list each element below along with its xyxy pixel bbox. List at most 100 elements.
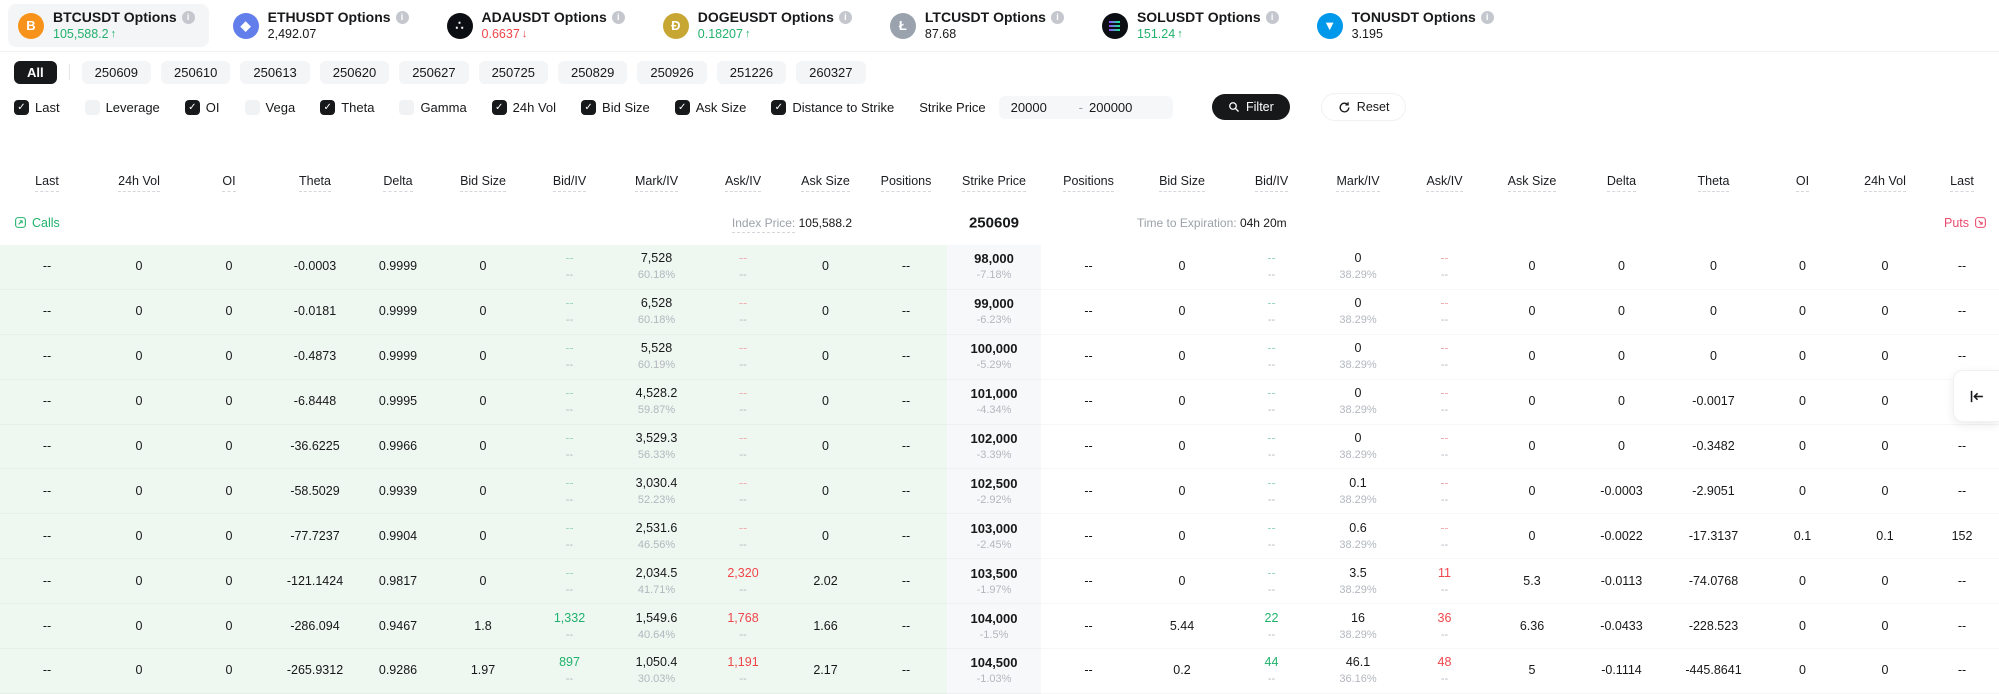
puts-last-cell: 152 (1925, 514, 1999, 559)
tab-250627[interactable]: 250627 (399, 61, 468, 84)
header-24h-vol-puts: 24h Vol (1845, 122, 1925, 200)
expiry-tabs-row: All 250609 250610 250613 250620 250627 250725 2… (0, 52, 1999, 92)
tab-250620[interactable]: 250620 (320, 61, 389, 84)
info-icon[interactable]: i (1481, 11, 1494, 24)
header-ask-iv-calls: Ask/IV (700, 122, 786, 200)
puts-theta-cell: -228.523 (1667, 604, 1760, 649)
ticker-btcusdt[interactable]: BBTCUSDT Options i105,588.2↑ (8, 4, 209, 47)
checkbox-gamma[interactable]: Gamma (399, 100, 466, 115)
checkbox-theta[interactable]: ✓Theta (320, 100, 374, 115)
ticker-adausdt[interactable]: ∴ADAUSDT Options i0.6637↓ (437, 4, 639, 47)
puts-oi-cell: 0 (1760, 425, 1845, 470)
calls-ask-cell: 2,320-- (700, 559, 786, 604)
calls-ask-cell: 1,768-- (700, 604, 786, 649)
filter-button[interactable]: Filter (1212, 94, 1290, 120)
info-icon[interactable]: i (396, 11, 409, 24)
strike-cell: 104,000-1.5% (947, 604, 1041, 649)
info-icon[interactable]: i (839, 11, 852, 24)
header-mark-iv-puts: Mark/IV (1315, 122, 1401, 200)
calls-theta-cell: -58.5029 (274, 469, 356, 514)
ticker-symbol: DOGEUSDT Options i (698, 9, 852, 25)
ticker-solusdt[interactable]: SOLUSDT Options i151.24↑ (1092, 4, 1293, 47)
puts-mark-cell: 038.29% (1315, 290, 1401, 335)
option-row-102500[interactable]: --00-58.50290.99390----3,030.452.23%----… (0, 469, 1999, 514)
tab-250609[interactable]: 250609 (82, 61, 151, 84)
ticker-bar: BBTCUSDT Options i105,588.2↑ ◆ETHUSDT Opt… (0, 0, 1999, 52)
tab-251226[interactable]: 251226 (717, 61, 786, 84)
checkbox-distance-to-strike[interactable]: ✓Distance to Strike (771, 100, 894, 115)
option-row-103000[interactable]: --00-77.72370.99040----2,531.646.56%----… (0, 514, 1999, 559)
calls-delta-cell: 0.9904 (356, 514, 440, 559)
reset-icon (1338, 101, 1351, 114)
calls-ask_size-cell: 0 (786, 380, 865, 425)
table-subheader: Calls Index Price: 105,588.2 250609 Time… (0, 200, 1999, 245)
checkbox-oi[interactable]: ✓OI (185, 100, 220, 115)
tab-250829[interactable]: 250829 (558, 61, 627, 84)
checkbox-last[interactable]: ✓Last (14, 100, 60, 115)
calls-positions-cell: -- (865, 245, 947, 290)
adausdt-icon: ∴ (447, 13, 473, 39)
calls-ask-cell: ---- (700, 425, 786, 470)
info-icon[interactable]: i (1266, 11, 1279, 24)
calls-bid-cell: 897-- (526, 649, 613, 694)
header-theta-puts: Theta (1667, 122, 1760, 200)
header-bid-iv-puts: Bid/IV (1228, 122, 1315, 200)
tab-divider (69, 64, 70, 80)
info-icon[interactable]: i (182, 11, 195, 24)
checkbox-vega[interactable]: Vega (245, 100, 296, 115)
option-row-101000[interactable]: --00-6.84480.99950----4,528.259.87%----0… (0, 380, 1999, 425)
calls-last-cell: -- (0, 514, 94, 559)
option-row-100000[interactable]: --00-0.48730.99990----5,52860.19%----0--… (0, 335, 1999, 380)
info-icon[interactable]: i (1051, 11, 1064, 24)
option-rows: --00-0.00030.99990----7,52860.18%----0--… (0, 245, 1999, 694)
calls-bid_size-cell: 0 (440, 335, 526, 380)
puts-ask_size-cell: 6.36 (1488, 604, 1576, 649)
ticker-tonusdt[interactable]: ▼TONUSDT Options i3.195 (1307, 4, 1508, 47)
option-row-98000[interactable]: --00-0.00030.99990----7,52860.18%----0--… (0, 245, 1999, 290)
ticker-ethusdt[interactable]: ◆ETHUSDT Options i2,492.07 (223, 4, 423, 47)
calls-bid_size-cell: 0 (440, 380, 526, 425)
ticker-ltcusdt[interactable]: ŁLTCUSDT Options i87.68 (880, 4, 1078, 47)
puts-last-cell: -- (1925, 245, 1999, 290)
option-row-104500[interactable]: --00-265.93120.92861.97897--1,050.430.03… (0, 649, 1999, 694)
strike-max-input[interactable] (1089, 100, 1161, 115)
puts-ask_size-cell: 0 (1488, 380, 1576, 425)
option-row-103500[interactable]: --00-121.14240.98170----2,034.541.71%2,3… (0, 559, 1999, 604)
collapse-panel-button[interactable] (1953, 370, 1999, 422)
checkbox-bid-size[interactable]: ✓Bid Size (581, 100, 650, 115)
puts-delta-cell: -0.0433 (1576, 604, 1667, 649)
checkbox-leverage[interactable]: Leverage (85, 100, 160, 115)
strike-min-input[interactable] (1011, 100, 1073, 115)
puts-ask_size-cell: 0 (1488, 425, 1576, 470)
tab-250725[interactable]: 250725 (479, 61, 548, 84)
tab-260327[interactable]: 260327 (796, 61, 865, 84)
filter-row: ✓Last Leverage ✓OI Vega ✓Theta Gamma ✓24h Vol ✓… (0, 92, 1999, 122)
tab-250926[interactable]: 250926 (637, 61, 706, 84)
calls-vol-cell: 0 (94, 559, 184, 604)
puts-vol-cell: 0 (1845, 649, 1925, 694)
puts-positions-cell: -- (1041, 335, 1136, 380)
puts-ask-cell: 36-- (1401, 604, 1488, 649)
option-row-104000[interactable]: --00-286.0940.94671.81,332--1,549.640.64… (0, 604, 1999, 649)
calls-ask_size-cell: 0 (786, 469, 865, 514)
calls-vol-cell: 0 (94, 425, 184, 470)
option-row-99000[interactable]: --00-0.01810.99990----6,52860.18%----0--… (0, 290, 1999, 335)
reset-button[interactable]: Reset (1321, 93, 1407, 121)
tab-250610[interactable]: 250610 (161, 61, 230, 84)
tab-all[interactable]: All (14, 61, 57, 84)
calls-delta-cell: 0.9939 (356, 469, 440, 514)
tab-250613[interactable]: 250613 (240, 61, 309, 84)
calls-oi-cell: 0 (184, 469, 274, 514)
puts-ask_size-cell: 0 (1488, 290, 1576, 335)
option-row-102000[interactable]: --00-36.62250.99660----3,529.356.33%----… (0, 425, 1999, 470)
calls-delta-cell: 0.9995 (356, 380, 440, 425)
info-icon[interactable]: i (612, 11, 625, 24)
puts-bid_size-cell: 0 (1136, 469, 1228, 514)
tte-label: Time to Expiration: (1137, 216, 1237, 230)
calls-vol-cell: 0 (94, 604, 184, 649)
ticker-dogeusdt[interactable]: ÐDOGEUSDT Options i0.18207↑ (653, 4, 866, 47)
checkbox-24h-vol[interactable]: ✓24h Vol (492, 100, 556, 115)
puts-bid_size-cell: 0.2 (1136, 649, 1228, 694)
checkbox-ask-size[interactable]: ✓Ask Size (675, 100, 747, 115)
ticker-symbol: BTCUSDT Options i (53, 9, 195, 25)
